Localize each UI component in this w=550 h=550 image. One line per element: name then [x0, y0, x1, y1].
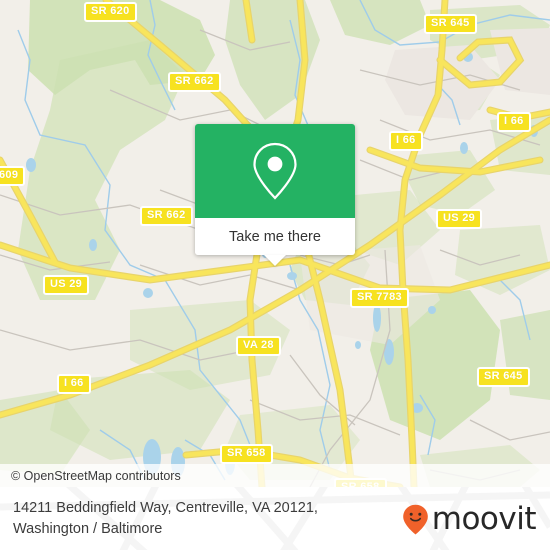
- location-popup[interactable]: Take me there: [195, 124, 355, 266]
- address-line-1: 14211 Beddingfield Way, Centreville, VA …: [13, 499, 318, 516]
- map-attribution-bar: © OpenStreetMap contributors: [0, 464, 550, 487]
- popup-header: [195, 124, 355, 218]
- moovit-wordmark: moovit: [431, 500, 537, 537]
- road-shield: VA 28: [236, 336, 281, 356]
- road-shield: I 66: [57, 374, 91, 394]
- road-shield: SR 662: [140, 206, 193, 226]
- address-line-2: Washington / Baltimore: [13, 520, 163, 537]
- moovit-location-card: SR 620 SR 662 SR 645 I 66 I 66 609 SR 662 US 29…: [0, 0, 550, 550]
- map-canvas[interactable]: SR 620 SR 662 SR 645 I 66 I 66 609 SR 662 US 29…: [0, 0, 550, 487]
- address-text: 14211 Beddingfield Way, Centreville, VA …: [13, 498, 318, 540]
- moovit-logo[interactable]: moovit: [402, 500, 537, 538]
- road-shield: SR 620: [84, 2, 137, 22]
- road-shield: SR 7783: [350, 288, 409, 308]
- road-shield: US 29: [43, 275, 90, 295]
- footer-bar: 14211 Beddingfield Way, Centreville, VA …: [0, 487, 550, 550]
- take-me-there-button[interactable]: Take me there: [195, 218, 355, 255]
- road-shield: SR 662: [168, 72, 221, 92]
- attribution-text[interactable]: © OpenStreetMap contributors: [0, 469, 181, 483]
- road-shield: SR 645: [477, 367, 530, 387]
- moovit-pin-icon: [402, 504, 428, 535]
- take-me-there-label: Take me there: [229, 228, 321, 245]
- road-shield: I 66: [497, 112, 531, 132]
- road-shield: SR 658: [220, 444, 273, 464]
- road-shield: US 29: [436, 209, 483, 229]
- footer-content: 14211 Beddingfield Way, Centreville, VA …: [0, 487, 550, 550]
- popup-pointer: [264, 255, 286, 266]
- location-pin-icon: [253, 142, 297, 200]
- road-shield: SR 645: [424, 14, 477, 34]
- road-shield: 609: [0, 166, 26, 186]
- road-shield: I 66: [389, 131, 423, 151]
